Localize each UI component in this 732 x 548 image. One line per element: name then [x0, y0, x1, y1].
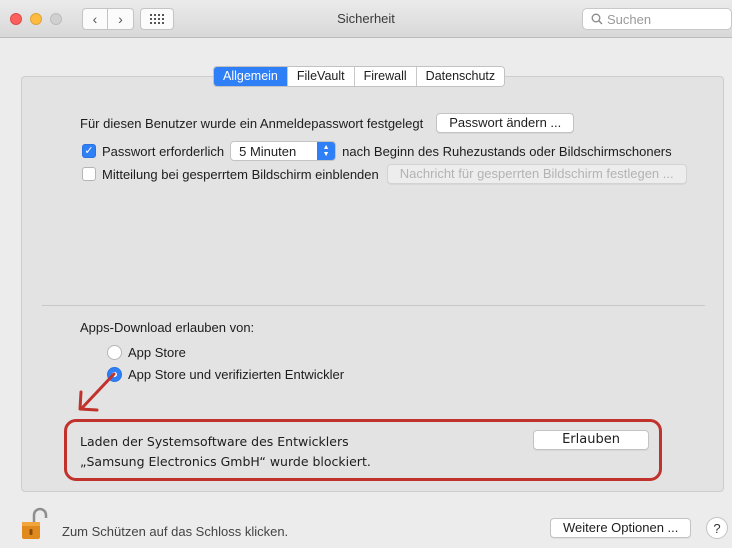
help-button[interactable]: ?: [706, 517, 728, 539]
tab-datenschutz[interactable]: Datenschutz: [415, 67, 505, 86]
lock-icon[interactable]: [20, 506, 48, 540]
require-password-label: Passwort erforderlich: [102, 143, 225, 159]
allow-button[interactable]: Erlauben: [533, 430, 649, 450]
annotation-arrow-icon: [78, 372, 116, 412]
password-row: Für diesen Benutzer wurde ein Anmeldepas…: [80, 113, 575, 133]
blocked-line-2: „Samsung Electronics GmbH“ wurde blockie…: [80, 454, 371, 469]
checkmark-icon: ✓: [84, 144, 94, 157]
search-input[interactable]: [607, 11, 717, 27]
lock-message-label: Mitteilung bei gesperrtem Bildschirm ein…: [102, 166, 379, 182]
require-password-row: ✓ Passwort erforderlich 5 Minuten ▲ ▼ nac…: [82, 141, 672, 161]
downloads-heading: Apps-Download erlauben von:: [80, 320, 255, 335]
password-delay-value: 5 Minuten: [239, 143, 297, 159]
change-password-button[interactable]: Passwort ändern ...: [436, 113, 575, 133]
lock-message-button[interactable]: Nachricht für gesperrten Bildschirm fest…: [386, 164, 687, 184]
more-options-button[interactable]: Weitere Optionen ...: [550, 518, 692, 538]
blocked-line-1: Laden der Systemsoftware des Entwicklers: [80, 434, 349, 449]
download-option-app-store[interactable]: App Store: [107, 345, 186, 360]
password-set-text: Für diesen Benutzer wurde ein Anmeldepas…: [80, 115, 424, 131]
preferences-window: ‹ › Sicherheit Allgemein FileVault Firew…: [0, 0, 732, 548]
blocked-software-message: Laden der Systemsoftware des Entwicklers…: [80, 432, 371, 472]
section-divider: [42, 305, 705, 306]
lock-message-row: Mitteilung bei gesperrtem Bildschirm ein…: [82, 164, 687, 184]
download-option-verified[interactable]: App Store und verifizierten Entwickler: [107, 367, 344, 382]
option-label: App Store: [128, 345, 186, 360]
tab-firewall[interactable]: Firewall: [353, 67, 416, 86]
search-field[interactable]: [582, 8, 732, 30]
tab-allgemein[interactable]: Allgemein: [214, 67, 287, 86]
tab-bar: Allgemein FileVault Firewall Datenschutz: [213, 66, 506, 87]
lock-hint-text: Zum Schützen auf das Schloss klicken.: [62, 524, 289, 539]
password-delay-select[interactable]: 5 Minuten ▲ ▼: [230, 141, 337, 161]
require-password-checkbox[interactable]: ✓: [82, 144, 96, 158]
option-label: App Store und verifizierten Entwickler: [128, 367, 345, 382]
lock-message-checkbox[interactable]: [82, 167, 96, 181]
search-icon: [591, 13, 603, 25]
radio-app-store[interactable]: [107, 345, 122, 360]
tab-filevault[interactable]: FileVault: [286, 67, 354, 86]
chevron-updown-icon: ▲ ▼: [317, 142, 336, 160]
title-bar: ‹ › Sicherheit: [0, 0, 732, 38]
require-password-suffix: nach Beginn des Ruhezustands oder Bildsc…: [342, 143, 672, 159]
